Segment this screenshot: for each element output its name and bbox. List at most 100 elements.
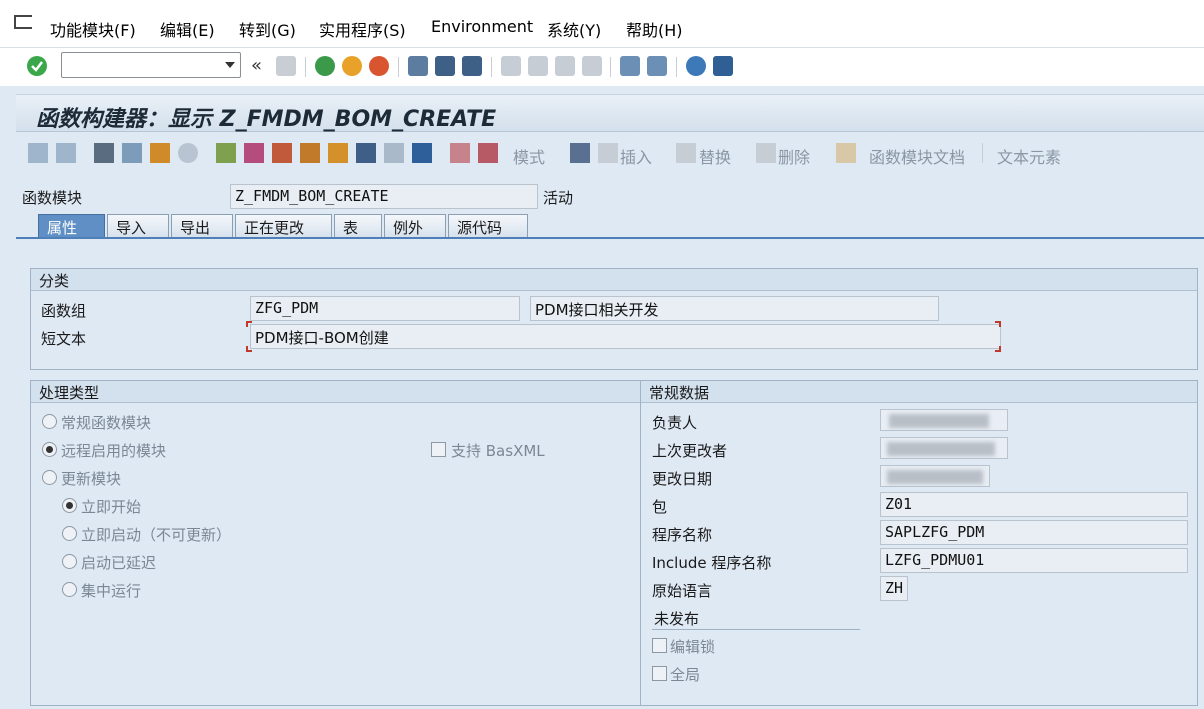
checkbox-basxml[interactable] [431,442,446,457]
tab-tables[interactable]: 表 [334,214,382,238]
command-field[interactable] [61,52,241,78]
program-name-label: 程序名称 [652,526,713,544]
magic-wand-icon[interactable] [244,143,264,163]
new-session-icon[interactable] [620,56,640,76]
replace-button[interactable]: 替换 [699,144,731,168]
find-next-icon[interactable] [462,56,482,76]
package-field[interactable]: Z01 [880,492,1188,517]
enter-check-icon[interactable] [27,56,47,76]
menu-icon[interactable] [14,15,32,29]
processing-type-group: 处理类型 常规函数模块 远程启用的模块 支持 BasXML 更新模块 立即开始 … [30,380,641,706]
tab-export[interactable]: 导出 [171,214,233,238]
replace-icon[interactable] [676,143,696,163]
pretty-printer-icon[interactable] [300,143,320,163]
back-icon[interactable] [315,56,335,76]
print-icon[interactable] [408,56,428,76]
chevron-down-icon[interactable] [225,62,235,68]
tab-import[interactable]: 导入 [107,214,169,238]
required-marker [246,346,252,352]
last-changed-by-label: 上次更改者 [652,442,728,460]
short-text-label: 短文本 [41,330,87,348]
menu-edit[interactable]: 编辑(E) [160,17,215,41]
back-arrow-icon[interactable] [28,143,48,163]
include-name-field[interactable]: LZFG_PDMU01 [880,548,1188,573]
radio-normal-fm[interactable] [42,414,57,429]
pattern-icon[interactable] [272,143,292,163]
display-change-icon[interactable] [94,143,114,163]
menu-help[interactable]: 帮助(H) [626,17,683,41]
help-icon[interactable] [686,56,706,76]
previous-page-icon[interactable] [528,56,548,76]
tab-changing[interactable]: 正在更改 [235,214,332,238]
classification-title: 分类 [31,269,1197,291]
include-name-label: Include 程序名称 [652,554,772,572]
mode-tree-icon[interactable] [570,143,590,163]
text-elements-button[interactable]: 文本元素 [997,144,1061,168]
radio-update-module[interactable] [42,470,57,485]
info-icon[interactable] [412,143,432,163]
original-language-label: 原始语言 [652,582,713,600]
radio-start-immediately[interactable] [62,498,77,513]
short-text-field[interactable]: PDM接口-BOM创建 [250,324,1001,349]
function-group-field[interactable]: ZFG_PDM [250,296,520,321]
update-module-label: 更新模块 [61,470,122,488]
breakpoint-icon[interactable] [450,143,470,163]
menu-bar: 功能模块(F) 编辑(E) 转到(G) 实用程序(S) Environment … [0,0,1204,48]
fm-label: 函数模块 [22,189,83,207]
radio-collective-run[interactable] [62,582,77,597]
activate-icon[interactable] [122,143,142,163]
history-chevrons[interactable]: « [251,55,262,76]
mode-button[interactable]: 模式 [513,144,545,168]
document-icon[interactable] [836,143,856,163]
next-page-icon[interactable] [555,56,575,76]
hierarchy-icon[interactable] [328,143,348,163]
last-page-icon[interactable] [582,56,602,76]
insert-icon[interactable] [598,143,618,163]
delete-button[interactable]: 删除 [778,144,810,168]
program-name-field[interactable]: SAPLZFG_PDM [880,520,1188,545]
tab-source-code[interactable]: 源代码 [448,214,528,238]
find-icon[interactable] [435,56,455,76]
start-delayed-label: 启动已延迟 [81,554,157,572]
menu-environment[interactable]: Environment [431,17,533,36]
function-group-description: PDM接口相关开发 [530,296,939,321]
stop-icon[interactable] [478,143,498,163]
edit-lock-label: 编辑锁 [670,638,716,656]
required-marker [995,321,1001,327]
where-used-icon[interactable] [216,143,236,163]
fm-name-field[interactable]: Z_FMDM_BOM_CREATE [230,184,538,209]
start-immediately-no-update-label: 立即启动（不可更新） [81,526,232,544]
shortcut-icon[interactable] [647,56,667,76]
menu-goto[interactable]: 转到(G) [239,17,296,41]
change-date-field [880,465,990,487]
radio-start-immediately-no-update[interactable] [62,526,77,541]
radio-start-delayed[interactable] [62,554,77,569]
basxml-label: 支持 BasXML [451,442,545,460]
test-icon[interactable] [178,143,198,163]
stack-icon[interactable] [356,143,376,163]
tab-attributes[interactable]: 属性 [38,214,105,238]
original-language-field[interactable]: ZH [880,576,908,601]
cancel-icon[interactable] [369,56,389,76]
global-label: 全局 [670,666,701,684]
exit-icon[interactable] [342,56,362,76]
tab-exceptions[interactable]: 例外 [384,214,446,238]
insert-button[interactable]: 插入 [620,144,652,168]
divider [652,629,860,630]
menu-system[interactable]: 系统(Y) [547,17,601,41]
radio-remote-enabled[interactable] [42,442,57,457]
save-icon[interactable] [276,56,296,76]
fm-documentation-button[interactable]: 函数模块文档 [869,144,965,168]
checkbox-global[interactable] [652,666,667,681]
check-icon[interactable] [150,143,170,163]
menu-function-module[interactable]: 功能模块(F) [50,17,136,41]
layout-menu-icon[interactable] [713,56,733,76]
forward-arrow-icon[interactable] [56,143,76,163]
last-changed-by-field [880,437,1008,459]
menu-utilities[interactable]: 实用程序(S) [319,17,406,41]
list-icon[interactable] [384,143,404,163]
delete-icon[interactable] [756,143,776,163]
first-page-icon[interactable] [501,56,521,76]
checkbox-edit-lock[interactable] [652,638,667,653]
status-label: 活动 [543,189,574,207]
